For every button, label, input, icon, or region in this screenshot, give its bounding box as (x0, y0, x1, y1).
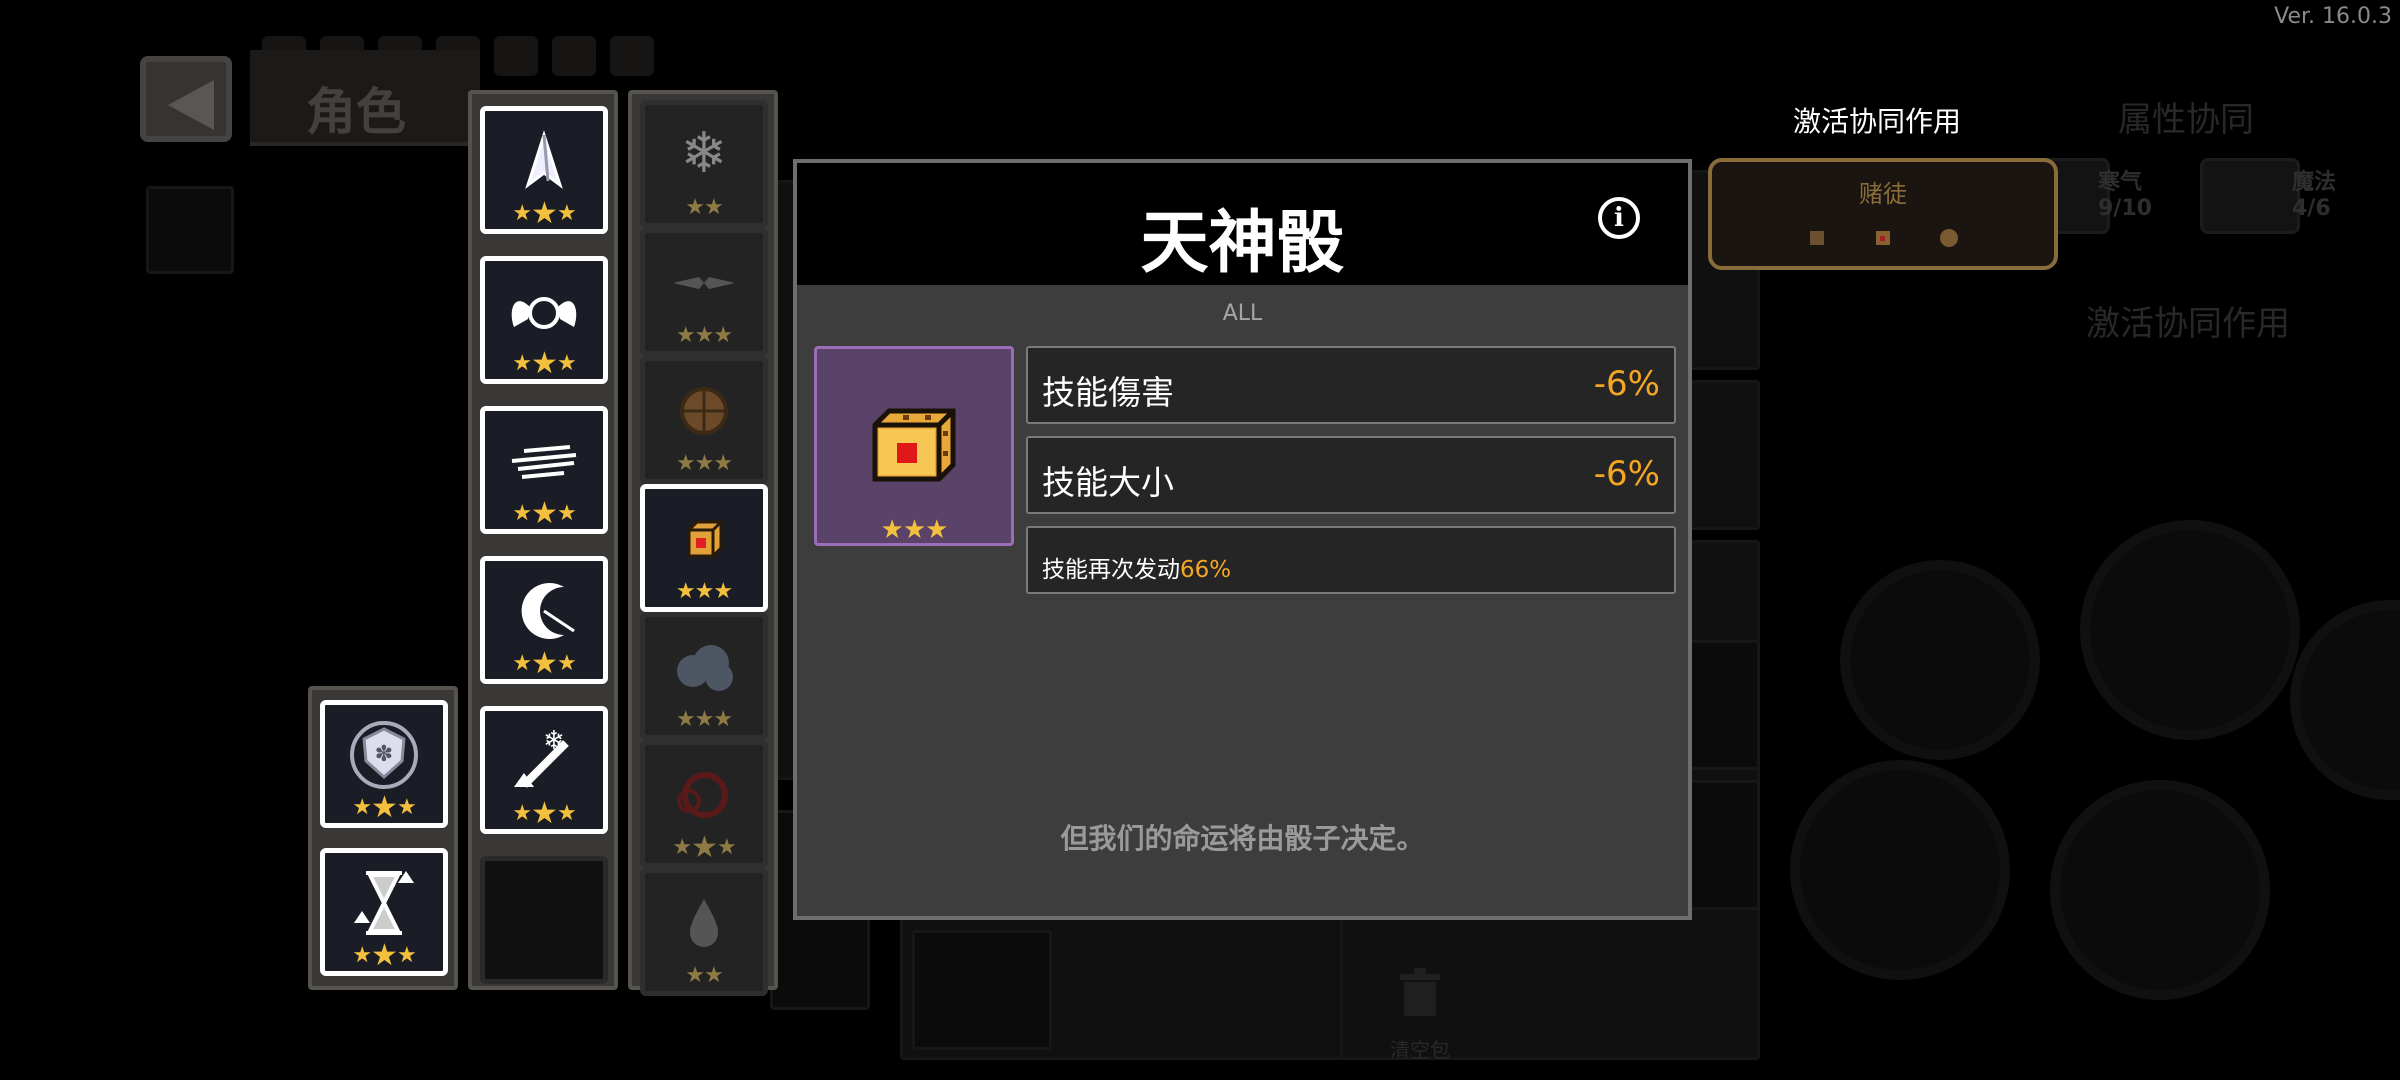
dice-icon (1876, 231, 1890, 245)
bg-syn1-name: 寒气 (2098, 170, 2143, 195)
inventory-item[interactable]: ★★★ (480, 406, 608, 534)
star-rating: ★★★ (352, 938, 416, 973)
bg-slot (1680, 640, 1760, 770)
effect-text: 技能再次发动66% (1042, 557, 1232, 583)
inventory-item[interactable]: ★★★ (640, 228, 768, 356)
effect-value: 66% (1180, 557, 1232, 583)
inventory-item[interactable]: ★★★ (480, 256, 608, 384)
inventory-item[interactable]: ★★★ (640, 612, 768, 740)
inventory-column-1: ✽ ★★★ ★★★ (308, 686, 458, 990)
synergy-gambler[interactable]: 赌徒 (1708, 158, 2058, 270)
inventory-item[interactable]: ✽ ★★★ (320, 700, 448, 828)
bg-activate-synergy-title: 激活协同作用 (2086, 304, 2290, 344)
star-rating: ★★★ (672, 830, 736, 865)
inventory-item[interactable]: ★★★ (480, 106, 608, 234)
bg-skill-circle (2080, 520, 2300, 740)
frost-sword-icon: ❄ (514, 726, 569, 788)
trash-icon[interactable] (1390, 960, 1450, 1020)
star-rating: ★★★ (675, 451, 733, 476)
stat-name: 技能大小 (1042, 463, 1174, 502)
flavor-text: 但我们的命运将由骰子决定。 (1060, 822, 1425, 855)
star-rating: ★★★ (512, 496, 576, 531)
item-detail-popup: 天神骰 i ALL ★★★ 技能傷害 -6% 技能大小 -6% 技能再次发动66… (793, 159, 1692, 920)
star-rating: ★★★ (675, 707, 733, 732)
bg-skill-circle (2050, 780, 2270, 1000)
back-button[interactable] (140, 56, 232, 142)
synergy-gambler-label: 赌徒 (1859, 180, 1907, 208)
frost-cloud-icon (677, 644, 733, 691)
winged-orb-icon (511, 296, 577, 329)
dark-wings-icon (673, 276, 735, 289)
crystal-claw-icon (525, 129, 563, 189)
star-rating: ★★★ (512, 646, 576, 681)
inventory-item[interactable]: ★★★ (640, 356, 768, 484)
synergy-item-icons (1712, 228, 2054, 248)
dice-icon (687, 520, 723, 558)
inventory-item[interactable]: ❄ ★★ (640, 100, 768, 228)
bg-skill-circle (1790, 760, 2010, 980)
svg-text:❄: ❄ (681, 121, 728, 186)
item-portrait: ★★★ (814, 346, 1014, 546)
star-rating: ★★ (685, 963, 723, 988)
bg-slot (912, 930, 1052, 1050)
crescent-blade-icon (521, 582, 575, 639)
star-rating: ★★ (685, 195, 723, 220)
info-button[interactable]: i (1598, 197, 1640, 239)
bg-attr-synergy-title: 属性协同 (2118, 100, 2254, 140)
effect-row-skill-recast: 技能再次发动66% (1026, 526, 1676, 594)
star-rating: ★★★ (512, 346, 576, 381)
star-rating: ★★★ (880, 515, 949, 545)
popup-title: 天神骰 (1140, 204, 1345, 283)
inventory-item[interactable]: ❄ ★★★ (480, 706, 608, 834)
bg-syn2-count: 4/6 (2292, 196, 2331, 221)
red-ring-icon (677, 771, 728, 818)
svg-text:✽: ✽ (375, 742, 393, 767)
star-rating: ★★★ (675, 579, 733, 604)
stat-row-skill-damage: 技能傷害 -6% (1026, 346, 1676, 424)
info-icon: i (1614, 203, 1624, 233)
popup-header: 天神骰 i (797, 163, 1688, 285)
water-drop-icon (690, 898, 718, 947)
svg-text:❄: ❄ (543, 726, 565, 756)
stat-name: 技能傷害 (1042, 373, 1174, 412)
dice-icon (872, 408, 956, 482)
bg-slot (146, 186, 234, 274)
star-rating: ★★★ (512, 796, 576, 831)
back-arrow-icon (168, 80, 214, 130)
role-tab-label: 角色 (306, 83, 406, 141)
wind-slash-icon (511, 444, 577, 479)
bg-skill-circle (2290, 600, 2400, 800)
stat-value: -6% (1593, 364, 1660, 404)
bg-skill-circle (1840, 560, 2040, 760)
inventory-column-3: ❄ ★★ ★★★ ★★★ ★★★ ★★★ ★★★ ★★ (628, 90, 778, 996)
wooden-shield-icon (680, 386, 728, 435)
bg-syn1-count: 9/10 (2098, 196, 2152, 221)
inventory-item[interactable]: ★★★ (320, 848, 448, 976)
wooden-shield-icon (1940, 229, 1958, 247)
spirit-shield-icon: ✽ (350, 720, 418, 789)
stat-value: -6% (1593, 454, 1660, 494)
popup-category: ALL (1222, 301, 1263, 326)
star-rating: ★★★ (352, 790, 416, 825)
inventory-item[interactable]: ★★ (640, 868, 768, 996)
role-tab[interactable]: 角色 (250, 50, 480, 146)
inventory-item-selected[interactable]: ★★★ (640, 484, 768, 612)
inventory-item[interactable]: ★★★ (640, 740, 768, 868)
bg-slot (1680, 780, 1760, 910)
star-rating: ★★★ (675, 323, 733, 348)
stat-row-skill-size: 技能大小 -6% (1026, 436, 1676, 514)
star-rating: ★★★ (512, 196, 576, 231)
inventory-empty-slot[interactable] (480, 856, 608, 984)
bg-syn2-name: 魔法 (2292, 170, 2337, 195)
snowflake-icon: ❄ (681, 121, 728, 186)
inventory-item[interactable]: ★★★ (480, 556, 608, 684)
hourglass-upgrade-icon (354, 870, 414, 935)
activate-synergy-title: 激活协同作用 (1793, 105, 1962, 138)
dice-icon (1810, 231, 1824, 245)
bg-synergy-magic (2200, 158, 2300, 234)
version-label: Ver. 16.0.3 (2274, 4, 2392, 29)
inventory-column-2: ★★★ ★★★ ★★★ ★★★ ❄ ★★★ (468, 90, 618, 990)
clear-bag-label: 清空包 (1390, 1038, 1450, 1062)
